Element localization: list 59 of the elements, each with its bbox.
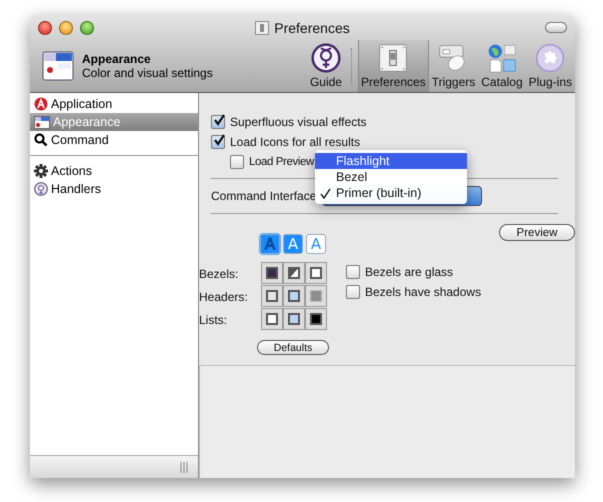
search-icon [34, 133, 48, 147]
checkbox[interactable] [346, 285, 360, 299]
checkbox-label: Superfluous visual effects [230, 115, 367, 129]
defaults-button[interactable]: Defaults [257, 340, 329, 355]
checkbox[interactable] [211, 135, 225, 149]
color-well[interactable] [282, 262, 305, 284]
color-well[interactable] [304, 308, 327, 330]
sidebar-item[interactable]: Actions [30, 162, 198, 180]
zoom-button[interactable] [80, 20, 94, 34]
toolbar-button[interactable]: Plug-ins [526, 40, 575, 92]
checkbox-label: Bezels have shadows [365, 285, 482, 299]
row-label: Bezels: [199, 266, 240, 282]
checkmark-icon [213, 134, 225, 146]
row-label: Lists: [199, 312, 228, 328]
sidebar-item[interactable]: Handlers [30, 180, 198, 198]
catalog-icon [486, 43, 517, 73]
window-icon [34, 114, 50, 130]
color-well[interactable] [282, 285, 305, 307]
checkbox-label: Bezels are glass [365, 265, 454, 279]
switch-icon [378, 43, 408, 73]
resize-handle-icon[interactable] [180, 462, 188, 472]
minimize-button[interactable] [59, 20, 73, 34]
color-well[interactable] [304, 262, 327, 284]
menu-item[interactable]: Primer (built-in) [315, 185, 467, 201]
sidebar-item[interactable]: Command [30, 131, 198, 149]
color-well[interactable] [260, 308, 283, 330]
section-title: Appearance [82, 52, 152, 66]
checkmark-icon [213, 114, 225, 126]
preview-button[interactable]: Preview [499, 224, 575, 241]
gear-icon [34, 164, 48, 178]
toolbar-button[interactable]: Preferences [358, 40, 429, 92]
color-well[interactable] [282, 308, 305, 330]
toolbar-toggle-button[interactable] [545, 22, 567, 33]
checkbox[interactable] [346, 265, 360, 279]
app-icon [34, 97, 48, 111]
row-label: Headers: [199, 288, 249, 306]
toolbar-button[interactable]: Catalog [478, 40, 526, 92]
color-well[interactable] [260, 285, 283, 307]
color-well[interactable] [260, 262, 283, 284]
symbol-icon [310, 43, 341, 73]
sidebar-item[interactable]: Application [30, 95, 198, 113]
puzzle-piece-icon [535, 43, 566, 73]
section-subtitle: Color and visual settings [82, 66, 213, 80]
switch-icon [255, 20, 270, 34]
menu-item[interactable]: Flashlight [315, 153, 467, 169]
toolbar-button[interactable]: Triggers [428, 40, 478, 92]
menu-item[interactable]: Bezel [315, 169, 467, 185]
field-label: Command Interface [211, 189, 316, 203]
window-icon [42, 50, 74, 82]
window-title: Preferences [274, 20, 350, 36]
checkbox[interactable] [211, 115, 225, 129]
close-button[interactable] [38, 20, 52, 34]
checkbox-label: Load Preview [249, 156, 314, 168]
color-well[interactable] [304, 285, 327, 307]
checkmark-icon [320, 188, 331, 198]
checkbox-label: Load Icons for all results [230, 135, 360, 149]
toolbar-button[interactable]: Guide [306, 40, 345, 92]
symbol-icon [34, 182, 48, 196]
checkbox[interactable] [230, 155, 244, 169]
